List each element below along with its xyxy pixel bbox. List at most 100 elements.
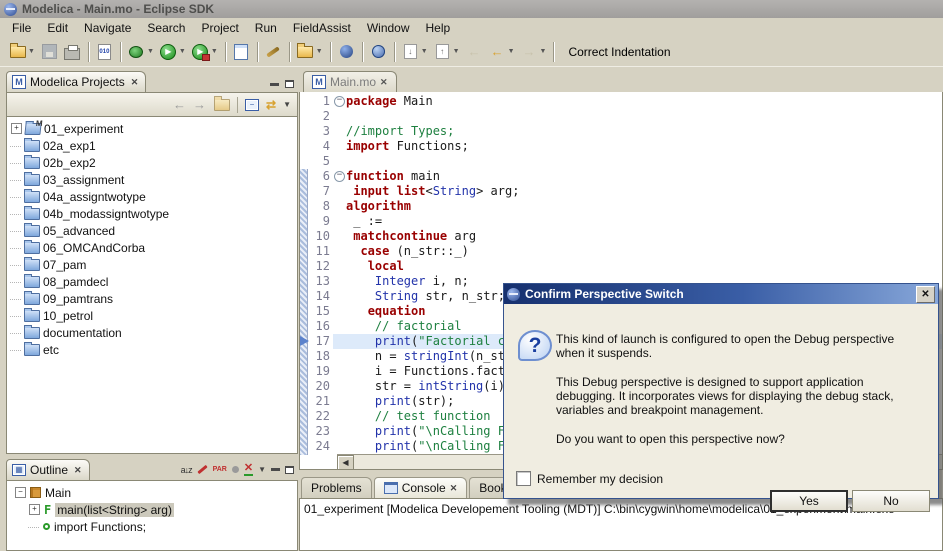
chevron-down-icon[interactable]: ▼ [28,48,35,55]
sort-icon[interactable]: a↓z [181,465,192,475]
expander-minus-icon[interactable]: − [15,487,26,498]
expander-plus-icon[interactable]: + [29,504,40,515]
code-line-10[interactable]: 10 matchcontinue arg [300,229,942,244]
debug-button[interactable]: ▼ [126,42,156,62]
run-button[interactable]: ▶▼ [158,42,188,62]
next-annotation-button[interactable]: ↓▼ [400,42,430,62]
maximize-icon[interactable] [285,466,294,474]
close-icon[interactable]: ✕ [74,465,82,476]
tab-modelica-projects[interactable]: M Modelica Projects ✕ [6,71,146,92]
dialog-close-button[interactable]: ✕ [916,286,935,303]
menu-item-run[interactable]: Run [247,20,285,36]
outline-item[interactable]: −Main [10,484,297,501]
forward-button[interactable]: →▼ [519,42,549,62]
scroll-left-icon[interactable]: ◀ [337,455,354,470]
chevron-down-icon[interactable]: ▼ [540,48,547,55]
tree-item-documentation[interactable]: documentation [10,324,297,341]
code-line-8[interactable]: 8algorithm [300,199,942,214]
tab-outline[interactable]: ▦ Outline ✕ [6,459,90,480]
up-icon[interactable] [213,97,230,113]
tree-item-03_assignment[interactable]: 03_assignment [10,171,297,188]
web-browser-button[interactable] [368,42,389,62]
new-wizard-button[interactable]: ▼ [7,42,37,62]
code-line-12[interactable]: 12 local [300,259,942,274]
hide-parameters-icon[interactable]: PAR [213,466,227,473]
code-line-2[interactable]: 2 [300,109,942,124]
minimize-icon[interactable] [270,83,279,86]
save-button[interactable] [39,42,60,62]
code-line-9[interactable]: 9 _ := [300,214,942,229]
menu-item-help[interactable]: Help [418,20,459,36]
open-folder-button[interactable]: ▼ [295,42,325,62]
close-icon[interactable]: ✕ [380,77,388,88]
chevron-down-icon[interactable]: ▼ [316,48,323,55]
view-menu-icon[interactable]: ▼ [283,100,291,109]
back-button[interactable]: ←▼ [487,42,517,62]
tree-item-09_pamtrans[interactable]: 09_pamtrans [10,290,297,307]
menu-item-navigate[interactable]: Navigate [76,20,139,36]
chevron-down-icon[interactable]: ▼ [147,48,154,55]
filter-icon[interactable]: ✕ [244,463,253,476]
tree-item-02a_exp1[interactable]: 02a_exp1 [10,137,297,154]
maximize-icon[interactable] [285,80,294,88]
tree-item-04b_modassigntwotype[interactable]: 04b_modassigntwotype [10,205,297,222]
close-icon[interactable]: ✕ [131,77,139,88]
menu-item-project[interactable]: Project [193,20,246,36]
collapse-all-icon[interactable]: − [245,99,259,111]
no-button[interactable]: No [852,490,930,512]
code-line-5[interactable]: 5 [300,154,942,169]
chevron-down-icon[interactable]: ▼ [211,48,218,55]
code-line-1[interactable]: 1−package Main [300,94,942,109]
last-edit-location-button[interactable]: ← [464,42,485,62]
expander-plus-icon[interactable]: + [11,123,22,134]
tree-item-06_OMCAndCorba[interactable]: 06_OMCAndCorba [10,239,297,256]
chevron-down-icon[interactable]: ▼ [179,48,186,55]
fold-marker-icon[interactable]: − [333,94,346,109]
outline-item[interactable]: +Fmain(list<String> arg) [10,501,297,518]
tree-item-07_pam[interactable]: 07_pam [10,256,297,273]
close-icon[interactable]: ✕ [450,483,458,494]
code-line-4[interactable]: 4import Functions; [300,139,942,154]
yes-button[interactable]: Yes [770,490,848,512]
code-line-3[interactable]: 3//import Types; [300,124,942,139]
chevron-down-icon[interactable]: ▼ [453,48,460,55]
back-arrow-icon[interactable]: ← [173,98,186,111]
code-line-7[interactable]: 7 input list<String> arg; [300,184,942,199]
chevron-down-icon[interactable]: ▼ [508,48,515,55]
correct-indentation-button[interactable]: Correct Indentation [558,42,680,62]
chevron-down-icon[interactable]: ▼ [421,48,428,55]
menu-item-window[interactable]: Window [359,20,418,36]
binary-file-button[interactable]: 010 [94,42,115,62]
menu-item-file[interactable]: File [4,20,39,36]
menu-item-edit[interactable]: Edit [39,20,76,36]
show-view-button[interactable] [231,42,252,62]
view-menu-icon[interactable]: ▼ [258,465,266,474]
tree-item-05_advanced[interactable]: 05_advanced [10,222,297,239]
fold-marker-icon[interactable]: − [333,169,346,184]
code-line-6[interactable]: 6−function main [300,169,942,184]
menu-item-search[interactable]: Search [139,20,193,36]
format-brush-button[interactable] [263,42,284,62]
tab-problems[interactable]: Problems [301,477,372,498]
code-line-11[interactable]: 11 case (n_str::_) [300,244,942,259]
remember-decision-checkbox[interactable] [516,471,531,486]
tree-item-04a_assigntwotype[interactable]: 04a_assigntwotype [10,188,297,205]
run-external-button[interactable]: ▶▼ [190,42,220,62]
link-with-editor-icon[interactable]: ⇄ [266,98,276,112]
tree-item-08_pamdecl[interactable]: 08_pamdecl [10,273,297,290]
previous-annotation-button[interactable]: ↑▼ [432,42,462,62]
menu-item-fieldassist[interactable]: FieldAssist [285,20,359,36]
tab-main-mo[interactable]: M Main.mo ✕ [303,71,397,92]
tree-item-01_experiment[interactable]: +M01_experiment [10,120,297,137]
tree-item-02b_exp2[interactable]: 02b_exp2 [10,154,297,171]
outline-item[interactable]: import Functions; [10,518,297,535]
print-button[interactable] [62,42,83,62]
hide-locals-icon[interactable] [197,465,207,474]
tab-console[interactable]: Console✕ [374,477,468,498]
minimize-icon[interactable] [271,468,280,471]
tree-item-10_petrol[interactable]: 10_petrol [10,307,297,324]
forward-arrow-icon[interactable]: → [193,98,206,111]
tree-item-etc[interactable]: etc [10,341,297,358]
hide-protected-icon[interactable] [232,466,239,473]
modelica-perspective-button[interactable] [336,42,357,62]
